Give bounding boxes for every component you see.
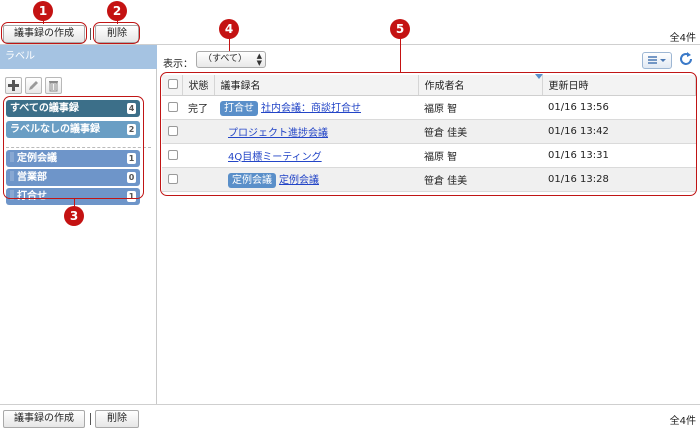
row-author: 笹倉 佳美: [418, 167, 542, 192]
header-updated-label: 更新日時: [548, 81, 589, 93]
row-title-link[interactable]: 定例会議: [279, 175, 319, 186]
sort-desc-icon: [535, 74, 543, 79]
callout-number: 4: [219, 19, 239, 39]
row-status: [182, 119, 214, 144]
filter-select[interactable]: （すべて） ▲ ▼: [196, 51, 266, 68]
label-name: ラベルなしの議事録: [10, 124, 100, 135]
row-checkbox[interactable]: [168, 101, 178, 112]
label-count: 1: [127, 191, 136, 202]
header-updated[interactable]: 更新日時: [542, 75, 696, 96]
label-teirei[interactable]: 定例会議 1: [6, 150, 140, 167]
row-title-link[interactable]: 社内会議：商談打合せ: [261, 103, 361, 114]
label-count: 1: [127, 153, 136, 164]
create-minutes-button[interactable]: 議事録の作成: [3, 25, 85, 43]
row-title-link[interactable]: 4Q目標ミーティング: [228, 152, 322, 163]
callout-pin: [400, 38, 401, 73]
sidebar-title: ラベル: [0, 45, 157, 69]
select-all-checkbox[interactable]: [168, 79, 178, 90]
table-row[interactable]: プロジェクト進捗会議 笹倉 佳美 01/16 13:42: [162, 119, 696, 144]
row-status: [182, 167, 214, 192]
drag-handle-icon[interactable]: [10, 190, 14, 200]
bottom-toolbar: 議事録の作成 削除 全4件: [0, 404, 700, 428]
header-author[interactable]: 作成者名: [418, 75, 543, 96]
label-uchiawase[interactable]: 打合せ 1: [6, 188, 140, 205]
drag-handle-icon[interactable]: [10, 152, 14, 162]
minutes-table: 状態 議事録名 作成者名 更新日時 完了 打合せ 社内会議：商談打合せ 福原 智 …: [162, 75, 696, 192]
toolbar-separator: [90, 28, 91, 40]
list-icon: [648, 56, 666, 64]
row-title-cell: 4Q目標ミーティング: [214, 143, 418, 168]
select-all-header: [162, 75, 183, 96]
total-count: 全4件: [669, 33, 696, 44]
row-label-tag: 定例会議: [228, 172, 276, 188]
create-minutes-button[interactable]: 議事録の作成: [3, 410, 85, 428]
trash-icon[interactable]: [45, 77, 62, 94]
table-row[interactable]: 完了 打合せ 社内会議：商談打合せ 福原 智 01/16 13:56: [162, 95, 696, 120]
label-divider: [6, 147, 151, 148]
label-unlabeled-minutes[interactable]: ラベルなしの議事録 2: [6, 121, 140, 138]
table-row[interactable]: 定例会議 定例会議 笹倉 佳美 01/16 13:28: [162, 167, 696, 192]
label-name: 営業部: [17, 172, 47, 183]
drag-handle-icon[interactable]: [10, 171, 14, 181]
row-checkbox[interactable]: [168, 125, 178, 136]
callout-number: 1: [33, 1, 53, 21]
toolbar-separator: [90, 413, 91, 425]
row-label-tag: 打合せ: [220, 100, 258, 116]
list-header: 表示： （すべて） ▲ ▼: [158, 45, 700, 75]
row-author: 福原 智: [418, 143, 542, 168]
callout-pin: [229, 37, 230, 51]
delete-button[interactable]: 削除: [95, 410, 139, 428]
total-count: 全4件: [669, 416, 696, 427]
row-author: 福原 智: [418, 95, 542, 120]
label-count: 0: [127, 172, 136, 183]
row-checkbox[interactable]: [168, 149, 178, 160]
top-toolbar: 議事録の作成 削除 全4件: [0, 20, 700, 44]
header-title[interactable]: 議事録名: [214, 75, 419, 96]
table-row[interactable]: 4Q目標ミーティング 福原 智 01/16 13:31: [162, 143, 696, 168]
label-name: 定例会議: [17, 153, 57, 164]
callout-number: 3: [64, 206, 84, 226]
select-arrows-icon: ▲ ▼: [256, 52, 262, 67]
row-title-link[interactable]: プロジェクト進捗会議: [228, 128, 328, 139]
filter-label: 表示：: [163, 59, 193, 70]
row-updated: 01/16 13:31: [542, 143, 696, 168]
row-select: [162, 119, 182, 144]
row-checkbox[interactable]: [168, 173, 178, 184]
label-name: 打合せ: [17, 191, 47, 202]
refresh-icon[interactable]: [678, 51, 694, 67]
view-menu-button[interactable]: [642, 52, 672, 69]
table-header-row: 状態 議事録名 作成者名 更新日時: [162, 75, 696, 96]
add-icon[interactable]: [5, 77, 22, 94]
label-count: 4: [127, 103, 136, 114]
row-select: [162, 143, 182, 168]
label-eigyo[interactable]: 営業部 0: [6, 169, 140, 186]
row-select: [162, 167, 182, 192]
callout-number: 5: [390, 19, 410, 39]
row-title-cell: 定例会議 定例会議: [214, 167, 418, 192]
row-updated: 01/16 13:42: [542, 119, 696, 144]
header-status[interactable]: 状態: [182, 75, 215, 96]
label-name: すべての議事録: [10, 103, 79, 114]
row-title-cell: プロジェクト進捗会議: [214, 119, 418, 144]
row-updated: 01/16 13:28: [542, 167, 696, 192]
label-all-minutes[interactable]: すべての議事録 4: [6, 100, 140, 117]
filter-selected: （すべて）: [203, 54, 248, 64]
label-count: 2: [127, 124, 136, 135]
edit-icon[interactable]: [25, 77, 42, 94]
row-status: [182, 143, 214, 168]
callout-number: 2: [107, 1, 127, 21]
row-select: [162, 95, 182, 120]
delete-button[interactable]: 削除: [95, 25, 139, 43]
row-status: 完了: [182, 95, 214, 120]
row-author: 笹倉 佳美: [418, 119, 542, 144]
row-updated: 01/16 13:56: [542, 95, 696, 120]
row-title-cell: 打合せ 社内会議：商談打合せ: [214, 95, 418, 120]
